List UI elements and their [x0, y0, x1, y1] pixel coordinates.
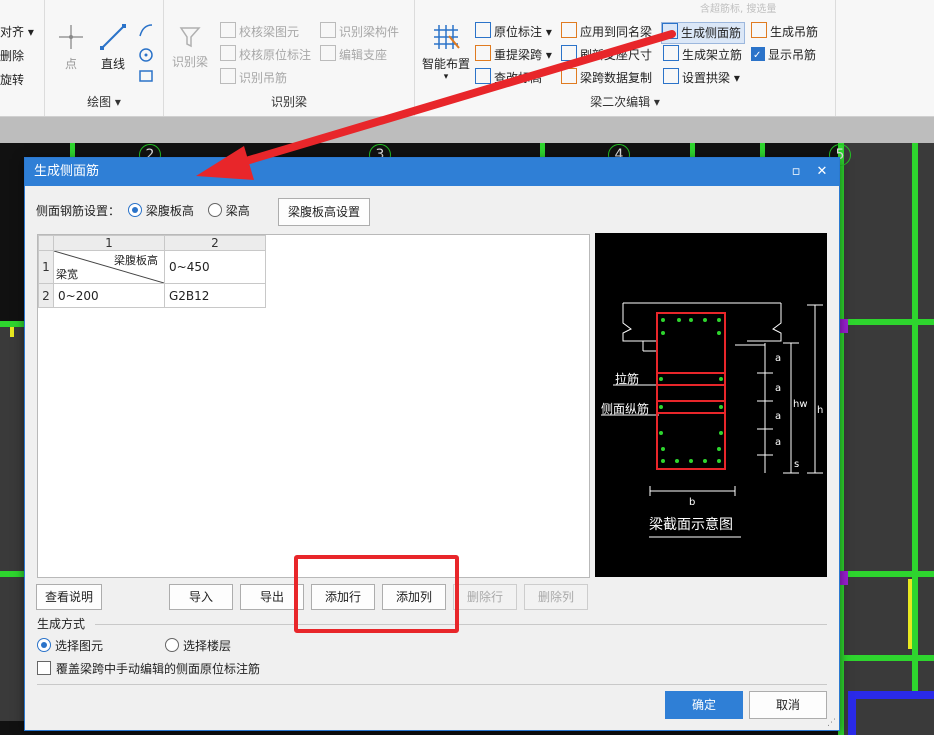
table-cell[interactable]: G2B12 — [164, 283, 266, 308]
beam-section-diagram: 拉筋 侧面纵筋 a a a a hw h s b 梁截面示意图 — [601, 302, 823, 538]
row-header: 2 — [38, 283, 54, 308]
rotate-button[interactable]: 旋转 — [0, 70, 24, 90]
identify-beam-group: 识别梁 校核梁图元 校核原位标注 识别吊筋 识别梁构件 编辑支座 识别梁 — [164, 0, 415, 116]
view-help-button[interactable]: 查看说明 — [36, 584, 102, 610]
toolbar-strip — [0, 117, 934, 144]
dim-b-label: b — [689, 497, 695, 508]
dim-a-label: a — [775, 411, 781, 422]
highlight-box — [294, 555, 459, 633]
rotate-label: 旋转 — [0, 73, 25, 87]
row-header: 1 — [38, 250, 54, 284]
modify-group: 对齐 ▾ 删除 旋转 — [0, 0, 45, 116]
import-button[interactable]: 导入 — [169, 584, 233, 610]
smart-layout-label: 智能布置 — [421, 57, 470, 71]
generation-mode-label: 生成方式 — [37, 617, 86, 631]
dim-a-label: a — [775, 353, 781, 364]
generate-erection-bar-button[interactable]: 生成架立筋 — [663, 45, 742, 65]
line-label: 直线 — [100, 57, 125, 71]
identify-beam-button[interactable]: 识别梁 — [170, 24, 210, 70]
cancel-button[interactable]: 取消 — [749, 691, 827, 719]
diagonal-header-cell: 梁腹板高 梁宽 — [53, 250, 165, 284]
setting-row: 侧面钢筋设置： 梁腹板高 梁高 — [36, 198, 250, 224]
tie-bar-label: 拉筋 — [615, 371, 639, 386]
dim-hw-label: hw — [793, 399, 808, 410]
span-data-copy-button[interactable]: 梁跨数据复制 — [561, 68, 652, 88]
dim-h-label: h — [817, 405, 823, 416]
apply-same-name-button[interactable]: 应用到同名梁 — [561, 22, 652, 42]
radio-web-height[interactable]: 梁腹板高 — [127, 203, 194, 218]
ribbon-toolbar: 对齐 ▾ 删除 旋转 点 直线 绘图 ▾ 识别梁 校核梁图元 校核原位标注 识别… — [0, 0, 934, 117]
line-icon — [100, 24, 126, 50]
identify-beam-icon — [179, 27, 201, 48]
table-cell[interactable]: 0~450 — [164, 250, 266, 284]
side-bar-table: 1 2 1 梁腹板高 梁宽 0~450 2 0~200 G2B12 — [37, 234, 590, 578]
close-icon[interactable]: ✕ — [811, 158, 833, 186]
delete-button[interactable]: 删除 — [0, 46, 24, 66]
ok-button[interactable]: 确定 — [665, 691, 743, 719]
diag-top-label: 梁腹板高 — [114, 254, 158, 267]
draw-group-title: 绘图 ▾ — [87, 95, 121, 109]
web-height-settings-button[interactable]: 梁腹板高设置 — [278, 198, 370, 226]
side-bar-label: 侧面纵筋 — [601, 401, 649, 416]
smart-layout-icon — [434, 25, 460, 49]
check-origin-label-button[interactable]: 校核原位标注 — [220, 45, 311, 65]
diag-bottom-label: 梁宽 — [56, 268, 78, 281]
identify-hanger-button[interactable]: 识别吊筋 — [220, 68, 287, 88]
spreadsheet-grid: 1 2 1 梁腹板高 梁宽 0~450 2 0~200 G2B12 — [38, 235, 266, 308]
check-beam-element-button[interactable]: 校核梁图元 — [220, 22, 299, 42]
point-icon — [59, 25, 83, 49]
dim-a-label: a — [775, 437, 781, 448]
setting-label: 侧面钢筋设置： — [36, 204, 121, 218]
modify-elevation-button[interactable]: 查改标高 — [475, 68, 542, 88]
delete-label: 删除 — [0, 49, 25, 63]
col-header: 2 — [164, 235, 266, 251]
generate-hanger-button[interactable]: 生成吊筋 — [751, 22, 818, 42]
identify-beam-member-button[interactable]: 识别梁构件 — [320, 22, 399, 42]
beam-edit-group-title: 梁二次编辑 ▾ — [590, 95, 660, 109]
origin-label-button[interactable]: 原位标注 ▾ — [475, 22, 552, 42]
edit-support-button[interactable]: 编辑支座 — [320, 45, 387, 65]
draw-shapes-icons[interactable] — [137, 22, 155, 86]
maximize-icon[interactable]: ▫ — [785, 158, 807, 186]
draw-group: 点 直线 绘图 ▾ — [45, 0, 164, 116]
smart-layout-button[interactable]: 智能布置 ▾ — [419, 22, 473, 82]
delete-row-button[interactable]: 删除行 — [453, 584, 517, 610]
line-button[interactable]: 直线 — [95, 22, 131, 72]
table-cell[interactable]: 0~200 — [53, 283, 165, 308]
dim-s-label: s — [794, 459, 799, 470]
refresh-support-size-button[interactable]: 刷新支座尺寸 — [561, 45, 652, 65]
delete-column-button[interactable]: 删除列 — [524, 584, 588, 610]
set-arch-beam-button[interactable]: 设置拱梁 ▾ — [663, 68, 740, 88]
align-label: 对齐 — [0, 25, 25, 39]
identify-group-title: 识别梁 — [270, 95, 307, 109]
corner-cell — [38, 235, 54, 251]
override-manual-checkbox[interactable]: 覆盖梁跨中手动编辑的侧面原位标注筋 — [37, 659, 260, 679]
dialog-title: 生成侧面筋 — [34, 164, 100, 179]
select-floor-radio[interactable]: 选择楼层 — [165, 636, 231, 656]
radio-beam-height[interactable]: 梁高 — [207, 203, 250, 218]
divider — [37, 684, 827, 685]
preview-caption: 梁截面示意图 — [649, 516, 733, 533]
select-element-radio[interactable]: 选择图元 — [37, 636, 103, 656]
show-hanger-checkbox[interactable]: 显示吊筋 — [751, 45, 816, 66]
divider — [95, 624, 827, 625]
beam-section-preview: 拉筋 侧面纵筋 a a a a hw h s b 梁截面示意图 — [595, 233, 827, 577]
beam-edit-group: 智能布置 ▾ 原位标注 ▾ 重提梁跨 ▾ 查改标高 应用到同名梁 刷新支座尺寸 … — [415, 0, 836, 116]
point-label: 点 — [64, 57, 77, 71]
point-button[interactable]: 点 — [53, 22, 89, 72]
generate-side-bar-button[interactable]: 生成侧面筋 — [661, 22, 746, 44]
col-header: 1 — [53, 235, 165, 251]
identify-beam-label: 识别梁 — [171, 55, 208, 69]
chevron-down-icon: ▾ — [443, 72, 449, 82]
overflow-hint: 含超筋标, 搜选量 — [700, 4, 777, 15]
generate-side-bar-dialog: 生成侧面筋 ▫ ✕ 侧面钢筋设置： 梁腹板高 梁高 梁腹板高设置 1 2 1 梁… — [24, 157, 840, 731]
dialog-titlebar: 生成侧面筋 ▫ ✕ — [25, 158, 839, 186]
dim-a-label: a — [775, 383, 781, 394]
align-button[interactable]: 对齐 ▾ — [0, 22, 34, 42]
resize-grip-icon[interactable]: ⋰ — [827, 718, 836, 728]
re-extract-span-button[interactable]: 重提梁跨 ▾ — [475, 45, 552, 65]
